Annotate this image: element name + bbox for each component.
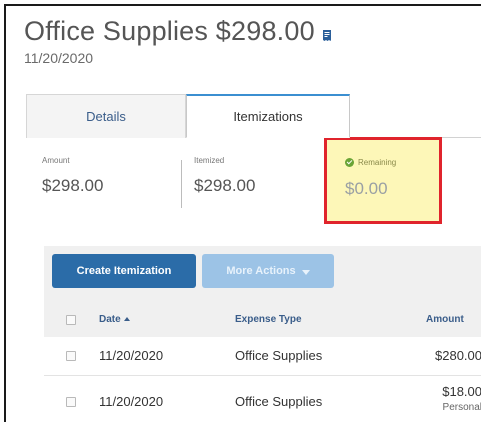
summary-itemized: Itemized $298.00 (194, 156, 255, 196)
check-circle-icon (345, 158, 354, 167)
row-checkbox[interactable] (66, 351, 76, 361)
itemizations-toolbar: Create Itemization More Actions (52, 254, 334, 288)
more-actions-button[interactable]: More Actions (202, 254, 334, 288)
summary-divider (181, 160, 182, 208)
chevron-down-icon (301, 269, 310, 275)
itemizations-table: Date Expense Type Amount 11/20/2020 Offi… (44, 301, 481, 422)
remaining-label-row: Remaining (345, 158, 396, 167)
tab-itemizations[interactable]: Itemizations (186, 94, 350, 138)
remaining-label: Remaining (358, 158, 397, 167)
create-itemization-button[interactable]: Create Itemization (52, 254, 196, 288)
row-personal-note: Personal (442, 402, 481, 413)
summary-remaining: Remaining $0.00 (345, 158, 396, 199)
transaction-date: 11/20/2020 (24, 50, 94, 66)
tab-details[interactable]: Details (26, 94, 186, 138)
row-date: 11/20/2020 (99, 394, 164, 409)
table-row[interactable]: 11/20/2020 Office Supplies $18.00 Person… (44, 376, 481, 422)
row-date: 11/20/2020 (99, 348, 164, 363)
title-row: Office Supplies $298.00 (24, 16, 332, 47)
tab-bar: Details Itemizations (26, 94, 481, 138)
expense-header: Office Supplies $298.00 11/20/2020 (24, 16, 332, 66)
row-amount-value: $18.00 (442, 384, 481, 399)
remaining-value: $0.00 (345, 179, 388, 198)
itemized-label: Itemized (194, 156, 225, 165)
amount-label: Amount (42, 156, 70, 165)
amount-value: $298.00 (42, 176, 104, 195)
receipt-icon[interactable] (322, 28, 332, 41)
more-actions-label: More Actions (226, 265, 296, 277)
itemizations-panel: Create Itemization More Actions Date Exp… (44, 246, 481, 422)
sort-ascending-icon (123, 317, 130, 321)
summary-amount: Amount $298.00 (42, 156, 103, 196)
column-header-expense-type[interactable]: Expense Type (235, 314, 302, 325)
expense-detail-window: Office Supplies $298.00 11/20/2020 Detai… (4, 4, 481, 422)
itemized-value: $298.00 (194, 176, 256, 195)
row-amount: $280.00 (435, 348, 481, 363)
table-header: Date Expense Type Amount (44, 301, 481, 337)
row-expense-type: Office Supplies (235, 394, 323, 409)
column-header-amount[interactable]: Amount (426, 314, 464, 325)
select-all-checkbox[interactable] (66, 315, 76, 325)
summary-remaining-highlight: Remaining $0.00 (324, 137, 442, 224)
table-row[interactable]: 11/20/2020 Office Supplies $280.00 (44, 337, 481, 376)
row-amount: $18.00 Personal (442, 384, 481, 413)
date-header-label: Date (99, 314, 121, 325)
row-expense-type: Office Supplies (235, 348, 323, 363)
column-header-date[interactable]: Date (99, 314, 130, 325)
row-checkbox[interactable] (66, 397, 76, 407)
page-title: Office Supplies $298.00 (24, 16, 315, 46)
